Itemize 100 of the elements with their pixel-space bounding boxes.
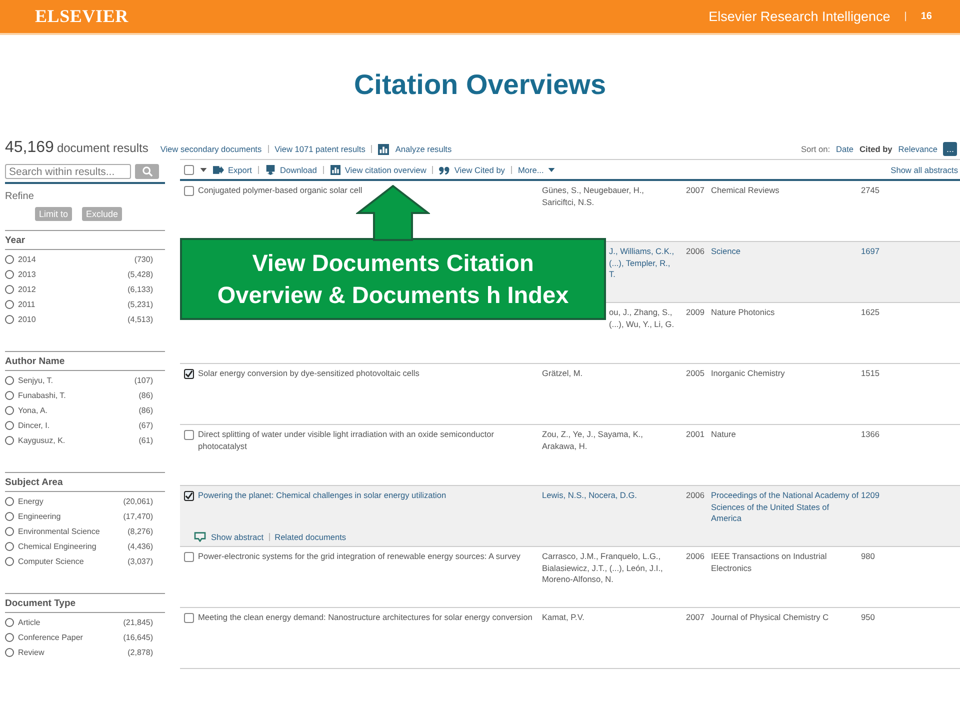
toolbar-action[interactable]: View Cited by [439,165,505,175]
cited-by-count[interactable]: 1366 [861,429,901,485]
source-title[interactable]: Journal of Physical Chemistry C [711,612,861,668]
facet-checkbox[interactable] [5,391,14,400]
row-checkbox[interactable] [184,369,194,379]
facet-label[interactable]: Energy [18,495,110,508]
source-title[interactable]: Nature Photonics [711,307,861,363]
results-link[interactable]: View 1071 patent results [274,144,366,154]
facet-label[interactable]: Computer Science [18,555,110,568]
cited-by-count[interactable]: 2745 [861,185,901,241]
row-checkbox[interactable] [184,613,194,623]
row-checkbox[interactable] [184,430,194,440]
facet-label[interactable]: Senjyu, T. [18,374,110,387]
more-button[interactable]: ... [943,142,957,156]
source-title[interactable]: Chemical Reviews [711,185,861,241]
facet-checkbox[interactable] [5,285,14,294]
monitor-icon [264,165,276,175]
row-checkbox[interactable] [184,186,194,196]
show-abstracts-link[interactable]: Show all abstracts [890,165,958,175]
facet-checkbox[interactable] [5,270,14,279]
brand-logo: ELSEVIER [35,6,128,27]
source-title[interactable]: Science [711,246,861,302]
authors-text[interactable]: ou, J., Zhang, S., (...), Wu, Y., Li, G. [609,307,686,330]
facet-checkbox[interactable] [5,648,14,657]
facet-label[interactable]: Article [18,616,110,629]
facet-count: (4,513) [126,314,154,326]
facet-checkbox[interactable] [5,618,14,627]
facet-checkbox[interactable] [5,406,14,415]
facet-label[interactable]: Funabashi, T. [18,389,110,402]
cited-by-count[interactable]: 1625 [861,307,901,363]
document-title[interactable]: Solar energy conversion by dye-sensitized photovoltaic cells [198,368,420,380]
facet-checkbox[interactable] [5,497,14,506]
facet-label[interactable]: Environmental Science [18,525,110,538]
facet-count: (21,845) [122,617,154,629]
facet-label[interactable]: 2013 [18,268,110,281]
cited-by-count[interactable]: 1697 [861,246,901,302]
facet-label[interactable]: Review [18,646,110,659]
analyze-results-link[interactable]: Analyze results [395,144,452,154]
authors-text[interactable]: Kamat, P.V. [542,612,686,624]
select-all-checkbox[interactable] [184,165,194,175]
authors-text[interactable]: J., Williams, C.K., (...), Templer, R., T. [609,246,686,280]
year-text: 2009 [686,307,706,319]
facet-checkbox[interactable] [5,376,14,385]
cited-by-count[interactable]: 950 [861,612,901,668]
facet-count: (20,061) [122,496,154,508]
facet-checkbox[interactable] [5,542,14,551]
results-link[interactable]: View secondary documents [160,144,262,154]
facet-checkbox[interactable] [5,255,14,264]
sort-option[interactable]: Cited by [860,144,892,154]
more-menu[interactable]: More... [518,165,555,175]
facet-checkbox[interactable] [5,527,14,536]
facet-checkbox[interactable] [5,315,14,324]
toolbar-action[interactable]: View citation overview [330,165,426,175]
search-field[interactable]: Search within results... [5,164,131,179]
facet-label[interactable]: Chemical Engineering [18,540,110,553]
source-title[interactable]: Proceedings of the National Academy of Sciences of the United States of America [711,490,861,532]
facet-checkbox[interactable] [5,436,14,445]
sort-label: Sort on: [800,144,830,154]
quote-icon [439,165,450,175]
facet-label[interactable]: Dincer, I. [18,419,110,432]
toolbar-action[interactable]: Export [213,165,252,175]
separator: | [904,11,907,22]
document-title[interactable]: Direct splitting of water under visible light irradiation with an oxide semiconductor photocatalyst [198,429,536,452]
source-title[interactable]: Nature [711,429,861,485]
facet-checkbox[interactable] [5,300,14,309]
row-checkbox[interactable] [184,552,194,562]
source-title[interactable]: IEEE Transactions on Industrial Electronics [711,551,861,607]
caret-icon[interactable] [200,168,207,172]
facet-label[interactable]: Yona, A. [18,404,110,417]
source-title[interactable]: Inorganic Chemistry [711,368,861,424]
document-title[interactable]: Power-electronic systems for the grid integration of renewable energy sources: A survey [198,551,520,562]
facet-checkbox[interactable] [5,557,14,566]
year-text: 2005 [686,368,706,380]
row-link[interactable]: Related documents [274,532,346,542]
authors-text[interactable]: Lewis, N.S., Nocera, D.G. [542,490,686,502]
cited-by-count[interactable]: 980 [861,551,901,607]
document-title[interactable]: Conjugated polymer-based organic solar cell [198,185,362,196]
facet-checkbox[interactable] [5,512,14,521]
document-title[interactable]: Meeting the clean energy demand: Nanostructure architectures for solar energy conversion [198,612,532,624]
cited-by-count[interactable]: 1209 [861,490,901,532]
sort-option[interactable]: Date [836,144,854,154]
row-checkbox[interactable] [184,491,194,501]
document-title[interactable]: Powering the planet: Chemical challenges in solar energy utilization [198,490,446,502]
authors-text[interactable]: Günes, S., Neugebauer, H., Sariciftci, N.S. [542,185,686,208]
row-link[interactable]: Show abstract [211,532,264,542]
facet-label[interactable]: 2011 [18,298,110,311]
facet-label[interactable]: 2014 [18,253,110,266]
facet-label[interactable]: 2010 [18,313,110,326]
toolbar-action[interactable]: Download [264,165,317,175]
facet-checkbox[interactable] [5,633,14,642]
facet-label[interactable]: Kaygusuz, K. [18,434,110,447]
authors-text[interactable]: Carrasco, J.M., Franquelo, L.G., Bialasiewicz, J.T., (...), León, J.I., Moreno-Alfonso, N. [542,551,686,586]
authors-text[interactable]: Grätzel, M. [542,368,686,380]
facet-checkbox[interactable] [5,421,14,430]
facet-label[interactable]: Conference Paper [18,631,110,644]
facet-label[interactable]: Engineering [18,510,110,523]
cited-by-count[interactable]: 1515 [861,368,901,424]
facet-label[interactable]: 2012 [18,283,110,296]
authors-text[interactable]: Zou, Z., Ye, J., Sayama, K., Arakawa, H. [542,429,686,452]
sort-option[interactable]: Relevance [898,144,938,154]
